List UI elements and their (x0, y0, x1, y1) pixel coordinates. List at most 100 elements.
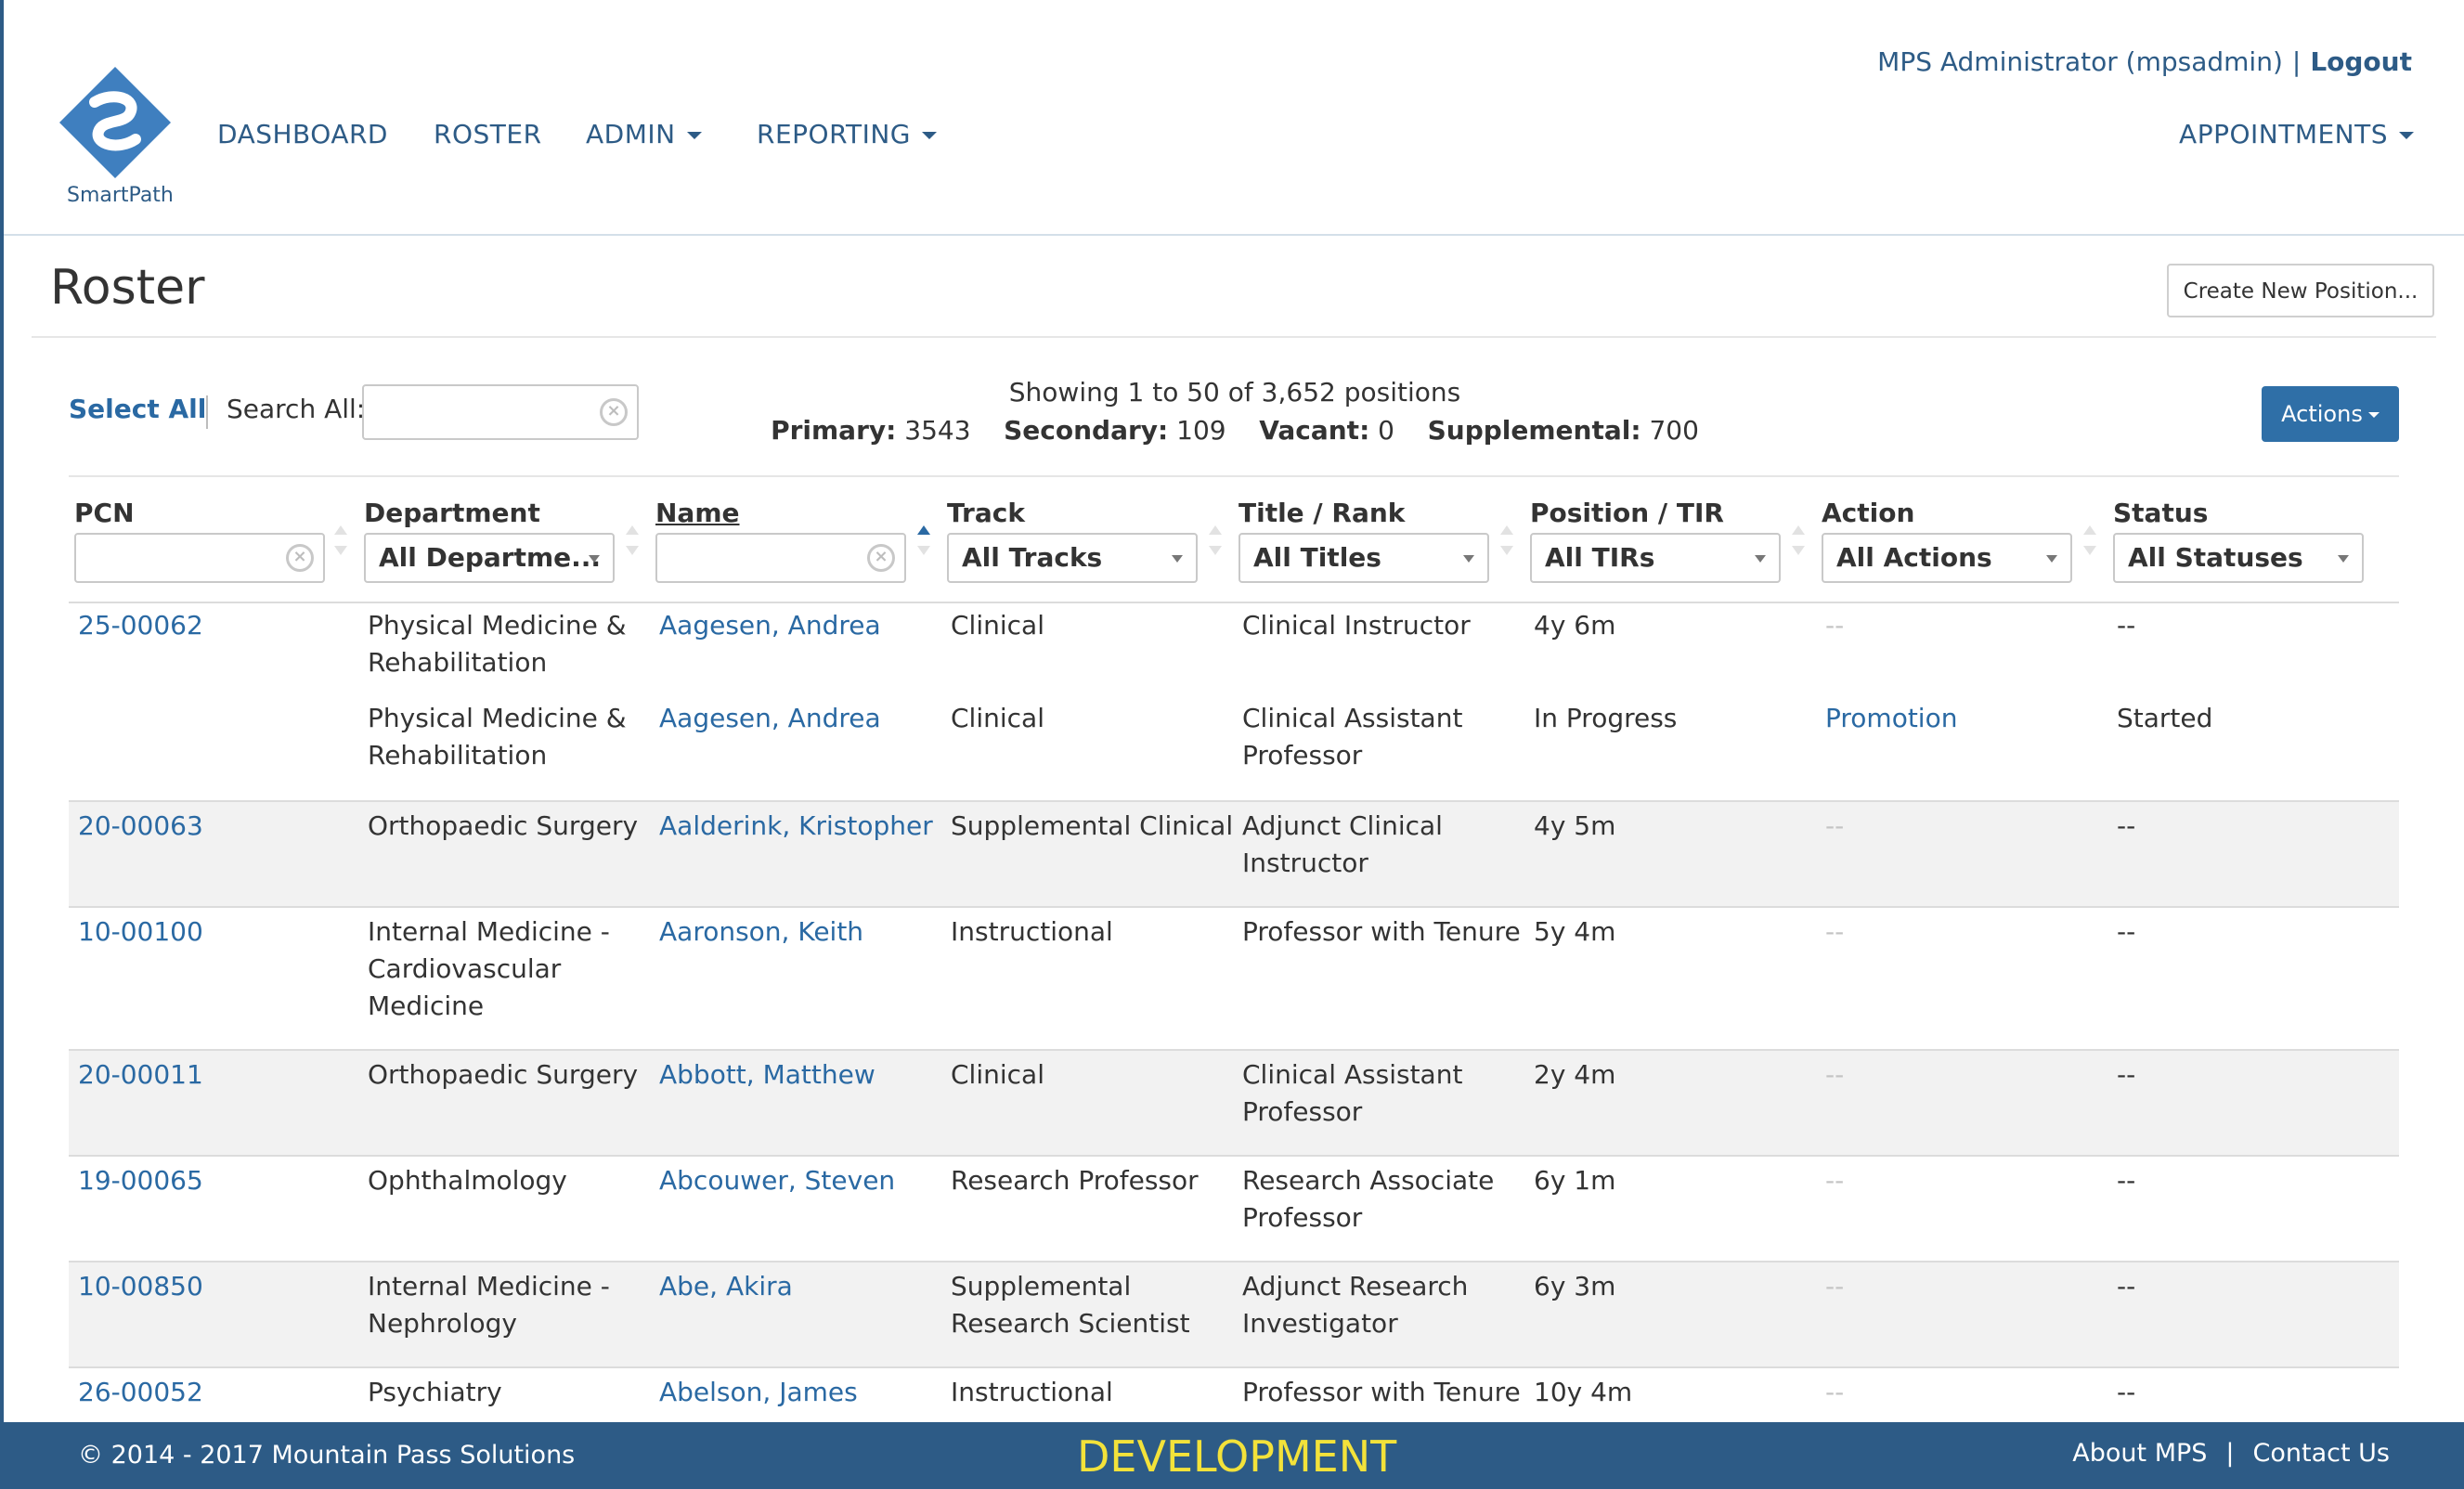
status-cell: -- (2117, 916, 2136, 947)
title-line: Professor (1242, 1096, 1363, 1127)
table-row[interactable]: 19-00065 Ophthalmology Abcouwer, Steven … (69, 1157, 2399, 1262)
dropdown-arrow-icon (1755, 555, 1766, 563)
status-cell: Started (2117, 703, 2213, 733)
pcn-link[interactable]: 20-00063 (78, 808, 203, 845)
nav-admin[interactable]: ADMIN (586, 119, 702, 149)
name-link[interactable]: Aalderink, Kristopher (659, 808, 933, 845)
supplemental-count: 700 (1649, 415, 1699, 446)
table-row[interactable]: 10-00100 Internal Medicine - Cardiovascul… (69, 908, 2399, 1051)
table-row[interactable]: 20-00063 Orthopaedic Surgery Aalderink, … (69, 802, 2399, 908)
nav-dashboard[interactable]: DASHBOARD (217, 119, 388, 149)
name-link[interactable]: Aagesen, Andrea (659, 607, 881, 644)
column-header-department[interactable]: Department (364, 498, 540, 528)
chevron-down-icon (922, 132, 937, 139)
title-cell: Professor with Tenure (1242, 916, 1521, 947)
title-divider (32, 336, 2436, 338)
action-cell: -- (1825, 610, 1845, 641)
table-row[interactable]: 20-00011 Orthopaedic Surgery Abbott, Mat… (69, 1051, 2399, 1157)
sort-action-icon[interactable] (2083, 525, 2096, 559)
track-cell: Clinical (951, 610, 1044, 641)
roster-summary: Showing 1 to 50 of 3,652 positions Prima… (743, 377, 1727, 446)
environment-label: DEVELOPMENT (1077, 1431, 1397, 1482)
filter-status-select[interactable]: All Statuses (2113, 533, 2364, 583)
search-all-input[interactable]: × (362, 384, 639, 440)
department-line: Rehabilitation (368, 740, 548, 770)
title-cell: Professor with Tenure (1242, 1377, 1521, 1407)
column-header-name[interactable]: Name (655, 498, 740, 528)
select-all-link[interactable]: Select All (69, 394, 206, 424)
action-cell: -- (1825, 1165, 1845, 1196)
name-link[interactable]: Aaronson, Keith (659, 913, 863, 951)
clear-pcn-filter-icon[interactable]: × (286, 544, 314, 572)
toolbar-divider (69, 475, 2399, 477)
track-cell: Clinical (951, 703, 1044, 733)
filter-title-select[interactable]: All Titles (1238, 533, 1489, 583)
name-link[interactable]: Abelson, James (659, 1374, 858, 1411)
name-link[interactable]: Abcouwer, Steven (659, 1162, 895, 1199)
track-line: Research Scientist (951, 1308, 1190, 1339)
filter-title-value: All Titles (1253, 542, 1381, 573)
pcn-link[interactable]: 25-00062 (78, 607, 203, 644)
name-link[interactable]: Abbott, Matthew (659, 1056, 875, 1094)
nav-reporting-label: REPORTING (757, 119, 911, 149)
status-cell: -- (2117, 1165, 2136, 1196)
brand-name: SmartPath (67, 184, 174, 207)
primary-label: Primary: (771, 415, 897, 446)
nav-roster[interactable]: ROSTER (434, 119, 542, 149)
pcn-link[interactable]: 26-00052 (78, 1374, 203, 1411)
clear-name-filter-icon[interactable]: × (867, 544, 895, 572)
user-name[interactable]: MPS Administrator (mpsadmin) (1877, 46, 2283, 77)
department-line: Medicine (368, 991, 485, 1021)
clear-search-icon[interactable]: × (600, 398, 628, 426)
pcn-link[interactable]: 20-00011 (78, 1056, 203, 1094)
pcn-link[interactable]: 19-00065 (78, 1162, 203, 1199)
name-link[interactable]: Abe, Akira (659, 1268, 793, 1305)
sort-track-icon[interactable] (1209, 525, 1222, 559)
create-new-position-button[interactable]: Create New Position... (2167, 264, 2434, 317)
department-cell: Ophthalmology (368, 1165, 567, 1196)
sort-name-icon[interactable] (917, 525, 930, 559)
filter-track-value: All Tracks (962, 542, 1103, 573)
page-title: Roster (50, 260, 205, 316)
nav-appointments[interactable]: APPOINTMENTS (2179, 119, 2414, 149)
nav-reporting[interactable]: REPORTING (757, 119, 937, 149)
filter-track-select[interactable]: All Tracks (947, 533, 1198, 583)
logout-link[interactable]: Logout (2310, 46, 2412, 77)
column-header-action[interactable]: Action (1822, 498, 1914, 528)
summary-counts: Primary: 3543 Secondary: 109 Vacant: 0 S… (743, 415, 1727, 446)
filter-department-select[interactable]: All Departme... (364, 533, 615, 583)
contact-us-link[interactable]: Contact Us (2253, 1439, 2390, 1468)
status-cell: -- (2117, 1271, 2136, 1301)
column-header-status[interactable]: Status (2113, 498, 2208, 528)
title-line: Professor (1242, 1202, 1363, 1233)
actions-button[interactable]: Actions (2262, 386, 2399, 442)
title-line: Adjunct Clinical (1242, 810, 1443, 841)
table-row[interactable]: 25-00062 Physical Medicine & Rehabilitati… (69, 603, 2399, 802)
tir-cell: 5y 4m (1534, 916, 1616, 947)
filter-action-select[interactable]: All Actions (1822, 533, 2072, 583)
column-header-pcn[interactable]: PCN (74, 498, 135, 528)
track-cell: Instructional (951, 1377, 1113, 1407)
column-header-title-rank[interactable]: Title / Rank (1238, 498, 1405, 528)
filter-tir-select[interactable]: All TIRs (1530, 533, 1781, 583)
about-mps-link[interactable]: About MPS (2072, 1439, 2207, 1468)
column-header-position-tir[interactable]: Position / TIR (1530, 498, 1724, 528)
table-row[interactable]: 10-00850 Internal Medicine - Nephrology A… (69, 1262, 2399, 1368)
smartpath-logo[interactable]: SmartPath (58, 65, 188, 214)
tir-cell: 6y 1m (1534, 1165, 1616, 1196)
tir-cell: 6y 3m (1534, 1271, 1616, 1301)
name-link[interactable]: Aagesen, Andrea (659, 700, 881, 737)
primary-count: 3543 (904, 415, 971, 446)
filter-name-input[interactable]: × (655, 533, 906, 583)
pcn-link[interactable]: 10-00850 (78, 1268, 203, 1305)
table-row[interactable]: 26-00052 Psychiatry Abelson, James Instr… (69, 1368, 2399, 1422)
sort-pcn-icon[interactable] (334, 525, 347, 559)
promotion-action-link[interactable]: Promotion (1825, 700, 1957, 737)
sort-tir-icon[interactable] (1792, 525, 1805, 559)
sort-department-icon[interactable] (626, 525, 639, 559)
pcn-link[interactable]: 10-00100 (78, 913, 203, 951)
footer-copyright: © 2014 - 2017 Mountain Pass Solutions (78, 1441, 576, 1470)
sort-title-icon[interactable] (1500, 525, 1513, 559)
filter-pcn-input[interactable]: × (74, 533, 325, 583)
column-header-track[interactable]: Track (947, 498, 1025, 528)
